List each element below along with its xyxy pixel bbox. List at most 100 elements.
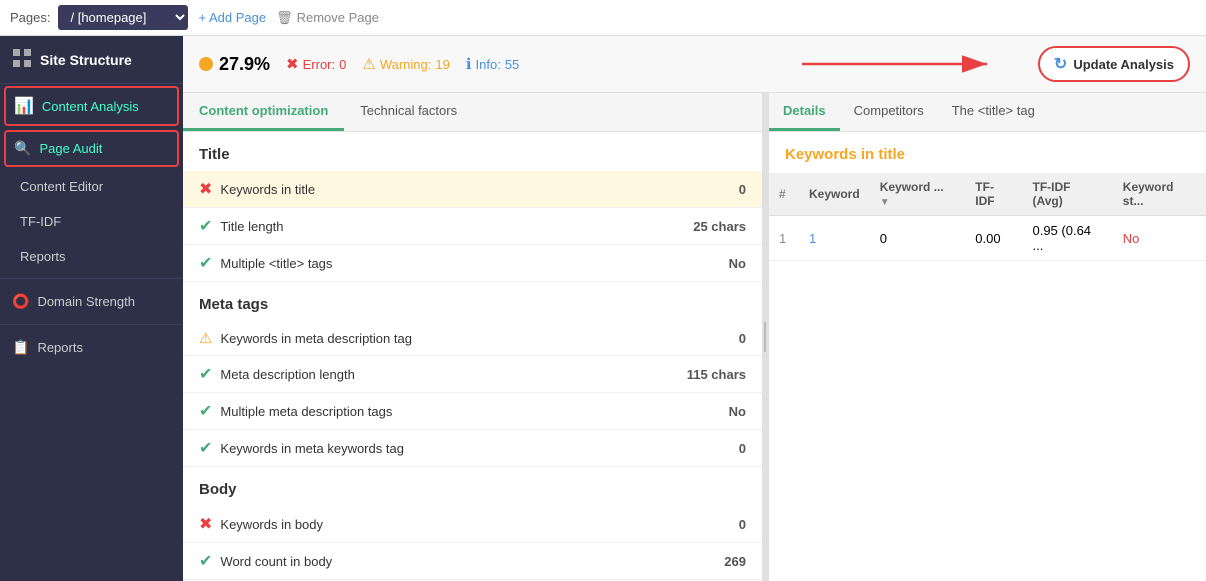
right-panel: Details Competitors The <title> tag Keyw… [769,93,1206,581]
warning-status: ⚠ Warning: 19 [362,55,449,73]
err-row-icon-2: ✖ [199,514,212,534]
left-tab-bar: Content optimization Technical factors [183,93,762,132]
content-area: Content optimization Technical factors T… [183,93,1206,581]
col-header-kw-count[interactable]: Keyword ... ▼ [870,173,966,216]
audit-value-kw-body: 0 [676,517,746,532]
sidebar-item-page-audit[interactable]: 🔍 Page Audit [4,130,179,167]
sidebar-item-reports-1[interactable]: Reports [0,239,183,274]
warning-icon: ⚠ [362,55,375,73]
audit-icon: 🔍 [14,140,31,157]
sidebar-item-content-editor[interactable]: Content Editor [0,169,183,204]
info-value: 55 [505,57,519,72]
col-header-hash: # [769,173,799,216]
audit-label-meta-length: Meta description length [220,367,668,382]
add-page-button[interactable]: + Add Page [198,10,266,25]
col-header-tfidf: TF-IDF [965,173,1022,216]
top-bar-actions: + Add Page 🗑 Remove Page [198,10,379,26]
pages-label: Pages: [10,10,50,25]
domain-icon: ⭕ [12,293,29,310]
section-title-title: Title [183,132,762,171]
audit-value-meta-keywords: 0 [676,331,746,346]
sidebar-divider [0,278,183,279]
status-bar: 27.9% ✖ Error: 0 ⚠ Warning: 19 ℹ Info: 5… [183,36,1206,93]
section-title-meta: Meta tags [183,282,762,321]
audit-label-multiple-meta: Multiple meta description tags [220,404,668,419]
sidebar-item-reports-2[interactable]: 📋 Reports [0,329,183,366]
audit-label-multiple-title: Multiple <title> tags [220,256,668,271]
error-value: 0 [339,57,346,72]
cell-tfidf: 0.00 [965,216,1022,261]
audit-row-multiple-meta: ✔ Multiple meta description tags No [183,393,762,430]
update-analysis-button[interactable]: ↻ Update Analysis [1038,46,1190,82]
grid-icon [12,48,32,71]
col-header-kw-status: Keyword st... [1113,173,1206,216]
error-label: Error: [303,57,336,72]
sidebar: Site Structure 📊 Content Analysis 🔍 Page… [0,36,183,581]
cell-tfidf-avg: 0.95 (0.64 ... [1022,216,1112,261]
cell-kw-status: No [1113,216,1206,261]
tab-technical-factors[interactable]: Technical factors [344,93,473,131]
cell-num: 1 [769,216,799,261]
audit-row-meta-length: ✔ Meta description length 115 chars [183,356,762,393]
keywords-table: # Keyword Keyword ... ▼ TF-IDF TF-IDF (A… [769,173,1206,261]
cell-keyword[interactable]: 1 [799,216,870,261]
score-value: 27.9% [219,54,270,75]
audit-value-meta-kw-tag: 0 [676,441,746,456]
app-title: Site Structure [40,52,132,68]
ok-row-icon-3: ✔ [199,364,212,384]
audit-label-kw-body: Keywords in body [220,517,668,532]
trash-icon: 🗑 [276,10,293,26]
arrow-indicator [535,49,1022,79]
ok-row-icon-4: ✔ [199,401,212,421]
audit-row-title-length: ✔ Title length 25 chars [183,208,762,245]
sidebar-divider-2 [0,324,183,325]
ok-row-icon-2: ✔ [199,253,212,273]
sort-icon: ▼ [880,197,890,208]
audit-label-title-length: Title length [220,219,668,234]
warning-value: 19 [435,57,449,72]
audit-row-meta-keywords: ⚠ Keywords in meta description tag 0 [183,321,762,356]
audit-value-keywords-title: 0 [676,182,746,197]
audit-value-title-length: 25 chars [676,219,746,234]
right-tab-bar: Details Competitors The <title> tag [769,93,1206,132]
tab-title-tag[interactable]: The <title> tag [938,93,1049,131]
tab-details[interactable]: Details [769,93,840,131]
sidebar-item-domain-strength[interactable]: ⭕ Domain Strength [0,283,183,320]
score-display: 27.9% [199,54,270,75]
ok-row-icon-5: ✔ [199,438,212,458]
sidebar-label-content-analysis: Content Analysis [42,99,139,114]
audit-row-multiple-title: ✔ Multiple <title> tags No [183,245,762,282]
resize-handle[interactable] [763,93,769,581]
sidebar-label-reports-1: Reports [20,249,66,264]
audit-label-keywords-title: Keywords in title [220,182,668,197]
warning-label: Warning: [380,57,432,72]
left-panel: Content optimization Technical factors T… [183,93,763,581]
chart-icon: 📊 [14,96,34,116]
tab-competitors[interactable]: Competitors [840,93,938,131]
audit-label-word-count: Word count in body [220,554,668,569]
col-header-tfidf-avg: TF-IDF (Avg) [1022,173,1112,216]
audit-label-meta-kw-tag: Keywords in meta keywords tag [220,441,668,456]
main-layout: Site Structure 📊 Content Analysis 🔍 Page… [0,36,1206,581]
error-icon: ✖ [286,55,299,73]
table-row: 1 1 0 0.00 0.95 (0.64 ... No [769,216,1206,261]
page-select[interactable]: / [homepage] [58,5,188,30]
info-status: ℹ Info: 55 [466,55,519,73]
sidebar-item-tf-idf[interactable]: TF-IDF [0,204,183,239]
sidebar-label-tf-idf: TF-IDF [20,214,61,229]
sidebar-header: Site Structure [0,36,183,84]
info-icon: ℹ [466,55,472,73]
remove-page-button[interactable]: 🗑 Remove Page [276,10,379,26]
section-title-body: Body [183,467,762,506]
cell-kw-count: 0 [870,216,966,261]
reports2-icon: 📋 [12,339,29,356]
top-bar: Pages: / [homepage] + Add Page 🗑 Remove … [0,0,1206,36]
sidebar-item-content-analysis[interactable]: 📊 Content Analysis [4,86,179,126]
sidebar-label-page-audit: Page Audit [39,141,102,156]
sidebar-label-domain-strength: Domain Strength [37,294,135,309]
tab-content-optimization[interactable]: Content optimization [183,93,344,131]
col-header-keyword: Keyword [799,173,870,216]
audit-value-word-count: 269 [676,554,746,569]
audit-row-meta-kw-tag: ✔ Keywords in meta keywords tag 0 [183,430,762,467]
error-status: ✖ Error: 0 [286,55,346,73]
